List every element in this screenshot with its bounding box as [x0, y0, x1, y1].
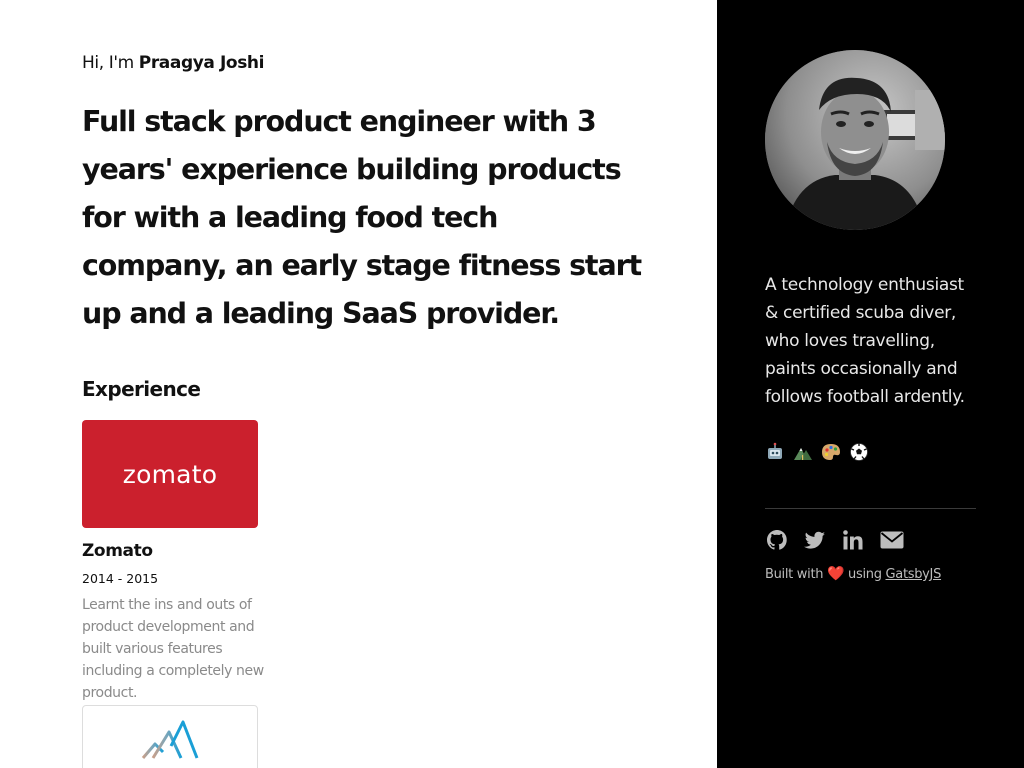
built-prefix: Built with [765, 567, 824, 582]
twitter-icon [804, 531, 825, 549]
sidebar: A technology enthusiast & certified scub… [717, 0, 1024, 768]
zomato-logo[interactable]: zomato [82, 420, 258, 528]
author-name: Praagya Joshi [138, 53, 265, 73]
palette-icon [822, 444, 840, 460]
gatsbyjs-link[interactable]: GatsbyJS [886, 567, 942, 582]
built-with-footer: Built with ❤️ using GatsbyJS [765, 566, 941, 582]
second-company-logo[interactable] [82, 705, 258, 768]
github-icon [767, 530, 787, 550]
divider [765, 508, 976, 509]
company-description: Learnt the ins and outs of product devel… [82, 597, 264, 701]
experience-heading: Experience [82, 377, 201, 401]
linkedin-icon [843, 530, 863, 550]
heart-icon: ❤️ [827, 566, 845, 582]
company-name: Zomato [82, 541, 153, 561]
mountain-icon [794, 448, 812, 460]
avatar [765, 50, 945, 230]
github-link[interactable] [765, 528, 789, 552]
robot-icon [768, 442, 782, 459]
profile-photo [765, 50, 945, 230]
social-links [765, 528, 905, 552]
football-icon [850, 443, 868, 461]
zomato-logo-text: zomato [122, 459, 218, 489]
company-dates: 2014 - 2015 [82, 571, 159, 586]
greeting-prefix: Hi, I'm [82, 53, 139, 73]
hobbies [765, 442, 869, 462]
greeting: Hi, I'm Praagya Joshi [82, 53, 264, 73]
twitter-link[interactable] [803, 528, 827, 552]
mountain-logo-icon [141, 720, 199, 759]
main-content: Hi, I'm Praagya Joshi Full stack product… [82, 0, 662, 768]
page: Hi, I'm Praagya Joshi Full stack product… [0, 0, 1024, 768]
built-middle: using [848, 567, 882, 582]
headline: Full stack product engineer with 3 years… [82, 105, 642, 330]
linkedin-link[interactable] [841, 528, 865, 552]
bio: A technology enthusiast & certified scub… [765, 275, 965, 407]
email-icon [880, 531, 904, 549]
email-link[interactable] [879, 528, 905, 552]
